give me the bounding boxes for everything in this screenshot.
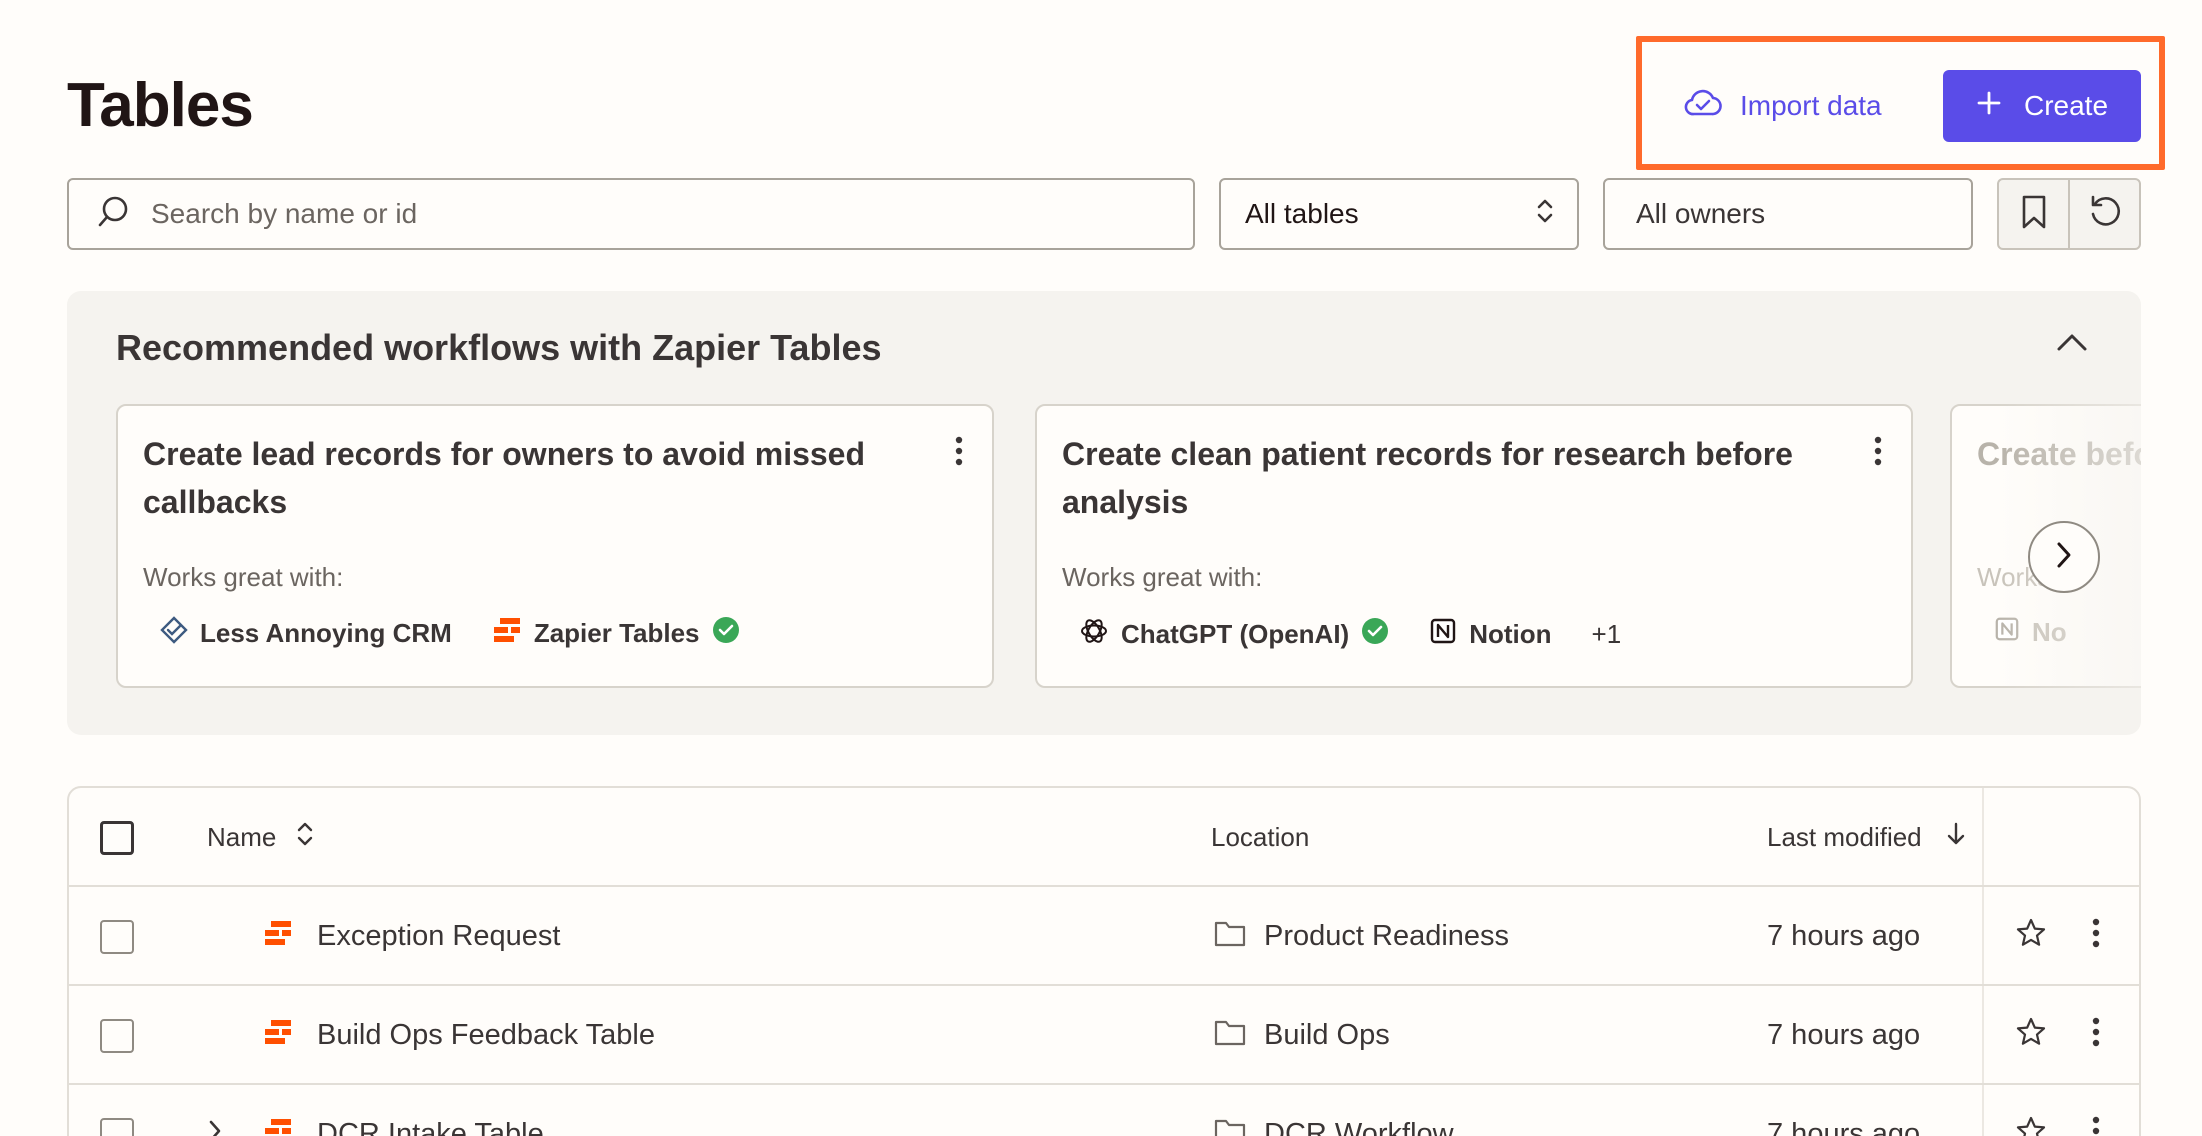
chevron-up-down-icon (1535, 195, 1555, 234)
table-modified: 7 hours ago (1767, 1019, 1921, 1051)
folder-icon (1214, 919, 1246, 955)
app-list: ChatGPT (OpenAI) Notion +1 (1079, 616, 1621, 653)
table-location[interactable]: Build Ops (1264, 1019, 1390, 1052)
table-row[interactable]: Build Ops Feedback Table Build Ops 7 hou… (69, 986, 2139, 1085)
folder-icon (1214, 1117, 1246, 1136)
kebab-menu-icon[interactable] (2091, 1116, 2101, 1136)
app-list: Less Annoying CRM Zapier Tables (160, 616, 780, 651)
workflow-card[interactable]: Create clean patient records for researc… (1035, 404, 1913, 688)
star-icon[interactable] (2015, 1115, 2047, 1136)
star-icon[interactable] (2015, 917, 2047, 957)
chevron-right-icon[interactable] (207, 1118, 223, 1136)
kebab-menu-icon[interactable] (2091, 918, 2101, 956)
app-chip: Notion (1429, 617, 1552, 652)
table-name[interactable]: Exception Request (317, 920, 560, 953)
table-header-row: Name Location Last modified (69, 788, 2139, 887)
zapier-tables-icon (263, 1018, 293, 1054)
page-title: Tables (67, 71, 254, 140)
app-chip: No (1994, 616, 2067, 649)
recommended-title: Recommended workflows with Zapier Tables (116, 327, 882, 368)
table-location[interactable]: Product Readiness (1264, 920, 1509, 953)
select-all-checkbox[interactable] (100, 820, 134, 855)
search-input[interactable] (151, 198, 1131, 230)
carousel-next-button[interactable] (2028, 521, 2100, 593)
owners-filter-select[interactable]: All owners (1603, 178, 1973, 250)
plus-icon (1976, 90, 2002, 123)
app-chip: Zapier Tables (492, 616, 740, 651)
tables-page: Tables Import data Create All tables All… (0, 0, 2202, 1136)
app-list: No (1994, 616, 2107, 649)
create-label: Create (2023, 90, 2109, 121)
import-data-button[interactable]: Import data (1668, 70, 1898, 142)
less-annoying-crm-icon (160, 616, 188, 651)
reset-icon (2087, 194, 2123, 235)
check-circle-icon (1361, 617, 1389, 652)
star-icon[interactable] (2015, 1016, 2047, 1056)
bookmark-button[interactable] (1999, 180, 2068, 248)
tables-filter-select[interactable]: All tables (1219, 178, 1579, 250)
notion-icon (1994, 616, 2020, 649)
create-button[interactable]: Create (1943, 70, 2141, 142)
row-checkbox[interactable] (100, 1117, 134, 1136)
import-data-label: Import data (1740, 90, 1882, 121)
name-column-header[interactable]: Name (207, 788, 314, 887)
table-name[interactable]: DCR Intake Table (317, 1118, 544, 1136)
app-name: Notion (1469, 619, 1552, 649)
app-chip: ChatGPT (OpenAI) (1079, 616, 1389, 653)
filter-actions (1997, 178, 2141, 250)
kebab-menu-icon[interactable] (1873, 436, 1883, 471)
recommended-workflows-panel: Recommended workflows with Zapier Tables… (67, 291, 2141, 735)
table-location[interactable]: DCR Workflow (1264, 1118, 1454, 1136)
location-column-label: Location (1211, 822, 1310, 852)
owners-filter-value: All owners (1636, 198, 1766, 229)
openai-icon (1079, 616, 1109, 653)
modified-column-header[interactable]: Last modified (1767, 788, 1966, 887)
workflow-card-title: Create clean patient records for researc… (1062, 436, 1793, 520)
row-checkbox[interactable] (100, 919, 134, 954)
zapier-tables-icon (492, 616, 522, 651)
table-row[interactable]: DCR Intake Table DCR Workflow 7 hours ag… (69, 1085, 2139, 1136)
app-name: No (2032, 617, 2067, 647)
app-name: Zapier Tables (533, 618, 700, 648)
works-great-with-label: Works great with: (1062, 562, 1263, 592)
more-apps-count: +1 (1591, 619, 1622, 649)
bookmark-icon (2020, 194, 2048, 235)
folder-icon (1214, 1018, 1246, 1054)
table-modified: 7 hours ago (1767, 920, 1921, 952)
workflow-card-title: Create before (1977, 436, 2141, 472)
search-box[interactable] (67, 178, 1195, 250)
chevron-right-icon (2055, 540, 2073, 575)
reset-button[interactable] (2068, 180, 2139, 248)
cloud-check-icon (1684, 88, 1722, 125)
table-modified: 7 hours ago (1767, 1118, 1921, 1136)
modified-column-label: Last modified (1767, 822, 1922, 852)
workflow-card[interactable]: Create lead records for owners to avoid … (116, 404, 994, 688)
name-column-label: Name (207, 822, 277, 852)
table-name[interactable]: Build Ops Feedback Table (317, 1019, 655, 1052)
app-name: ChatGPT (OpenAI) (1121, 619, 1350, 649)
row-checkbox[interactable] (100, 1018, 134, 1053)
check-circle-icon (712, 616, 740, 651)
app-name: Less Annoying CRM (200, 618, 452, 648)
chevron-up-icon[interactable] (2055, 331, 2089, 358)
tables-list: Name Location Last modified Exception Re… (67, 786, 2141, 1136)
workflow-card-title: Create lead records for owners to avoid … (143, 436, 866, 520)
app-chip: Less Annoying CRM (160, 616, 452, 651)
location-column-header: Location (1211, 788, 1309, 887)
arrow-down-icon (1946, 820, 1966, 855)
zapier-tables-icon (263, 1117, 293, 1136)
zapier-tables-icon (263, 919, 293, 955)
kebab-menu-icon[interactable] (954, 436, 964, 471)
search-icon (95, 194, 131, 235)
sort-icon (296, 820, 314, 855)
notion-icon (1429, 617, 1457, 652)
works-great-with-label: Works great with: (143, 562, 344, 592)
kebab-menu-icon[interactable] (2091, 1017, 2101, 1055)
table-row[interactable]: Exception Request Product Readiness 7 ho… (69, 887, 2139, 986)
tables-filter-value: All tables (1245, 198, 1359, 229)
